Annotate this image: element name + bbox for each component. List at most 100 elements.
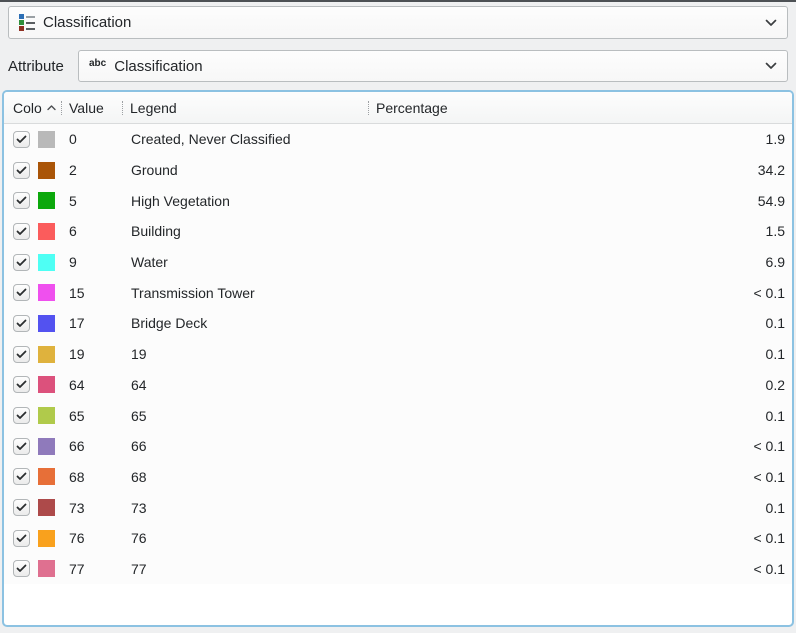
row-checkbox[interactable] xyxy=(13,192,30,209)
row-checkbox[interactable] xyxy=(13,346,30,363)
color-swatch[interactable] xyxy=(38,407,55,424)
checkmark-icon xyxy=(16,227,27,236)
value-cell: 6 xyxy=(61,223,122,239)
legend-cell: Water xyxy=(122,254,368,270)
value-cell: 5 xyxy=(61,193,122,209)
checkmark-icon xyxy=(16,319,27,328)
text-field-abc-icon: abc xyxy=(89,59,106,69)
value-cell: 64 xyxy=(61,377,122,393)
percentage-cell: 0.1 xyxy=(368,408,792,424)
row-checkbox[interactable] xyxy=(13,468,30,485)
color-swatch[interactable] xyxy=(38,560,55,577)
color-cell xyxy=(4,192,61,209)
legend-cell: Bridge Deck xyxy=(122,315,368,331)
legend-cell: 76 xyxy=(122,530,368,546)
table-row[interactable]: 64 64 0.2 xyxy=(4,370,792,401)
color-cell xyxy=(4,346,61,363)
row-checkbox[interactable] xyxy=(13,407,30,424)
value-cell: 76 xyxy=(61,530,122,546)
color-cell xyxy=(4,499,61,516)
table-row[interactable]: 5 High Vegetation 54.9 xyxy=(4,185,792,216)
chevron-down-icon xyxy=(765,62,777,70)
color-swatch[interactable] xyxy=(38,284,55,301)
legend-cell: Building xyxy=(122,223,368,239)
color-swatch[interactable] xyxy=(38,530,55,547)
color-swatch[interactable] xyxy=(38,254,55,271)
checkmark-icon xyxy=(16,534,27,543)
layer-styling-panel: Classification Attribute abc Classificat… xyxy=(0,0,796,633)
table-row[interactable]: 73 73 0.1 xyxy=(4,492,792,523)
row-checkbox[interactable] xyxy=(13,499,30,516)
color-cell xyxy=(4,315,61,332)
row-checkbox[interactable] xyxy=(13,438,30,455)
attribute-combo[interactable]: abc Classification xyxy=(78,50,788,82)
legend-cell: 68 xyxy=(122,469,368,485)
color-swatch[interactable] xyxy=(38,376,55,393)
row-checkbox[interactable] xyxy=(13,315,30,332)
row-checkbox[interactable] xyxy=(13,530,30,547)
legend-cell: Created, Never Classified xyxy=(122,131,368,147)
render-type-combo[interactable]: Classification xyxy=(8,6,788,39)
column-header-color[interactable]: Colo xyxy=(4,92,61,123)
column-header-percentage-label: Percentage xyxy=(376,100,448,116)
color-swatch[interactable] xyxy=(38,131,55,148)
table-row[interactable]: 9 Water 6.9 xyxy=(4,247,792,278)
classification-table: Colo Value Legend Percentage 0 Create xyxy=(2,90,794,627)
percentage-cell: 0.1 xyxy=(368,500,792,516)
color-swatch[interactable] xyxy=(38,162,55,179)
row-checkbox[interactable] xyxy=(13,223,30,240)
percentage-cell: < 0.1 xyxy=(368,469,792,485)
checkmark-icon xyxy=(16,288,27,297)
color-swatch[interactable] xyxy=(38,499,55,516)
row-checkbox[interactable] xyxy=(13,284,30,301)
table-row[interactable]: 66 66 < 0.1 xyxy=(4,431,792,462)
percentage-cell: 0.2 xyxy=(368,377,792,393)
row-checkbox[interactable] xyxy=(13,162,30,179)
table-body: 0 Created, Never Classified 1.9 2 Ground… xyxy=(4,124,792,584)
column-header-legend-label: Legend xyxy=(130,100,177,116)
table-row[interactable]: 6 Building 1.5 xyxy=(4,216,792,247)
column-header-color-label: Colo xyxy=(13,100,42,116)
table-row[interactable]: 15 Transmission Tower < 0.1 xyxy=(4,277,792,308)
value-cell: 73 xyxy=(61,500,122,516)
table-row[interactable]: 0 Created, Never Classified 1.9 xyxy=(4,124,792,155)
table-row[interactable]: 17 Bridge Deck 0.1 xyxy=(4,308,792,339)
color-swatch[interactable] xyxy=(38,468,55,485)
table-row[interactable]: 68 68 < 0.1 xyxy=(4,462,792,493)
checkmark-icon xyxy=(16,350,27,359)
column-header-legend[interactable]: Legend xyxy=(122,92,368,123)
percentage-cell: < 0.1 xyxy=(368,438,792,454)
percentage-cell: 6.9 xyxy=(368,254,792,270)
color-swatch[interactable] xyxy=(38,223,55,240)
column-header-percentage[interactable]: Percentage xyxy=(368,92,792,123)
row-checkbox[interactable] xyxy=(13,376,30,393)
color-cell xyxy=(4,530,61,547)
table-row[interactable]: 77 77 < 0.1 xyxy=(4,554,792,585)
value-cell: 65 xyxy=(61,408,122,424)
checkmark-icon xyxy=(16,564,27,573)
value-cell: 66 xyxy=(61,438,122,454)
row-checkbox[interactable] xyxy=(13,560,30,577)
table-row[interactable]: 65 65 0.1 xyxy=(4,400,792,431)
value-cell: 2 xyxy=(61,162,122,178)
percentage-cell: < 0.1 xyxy=(368,285,792,301)
row-checkbox[interactable] xyxy=(13,131,30,148)
color-cell xyxy=(4,560,61,577)
color-cell xyxy=(4,376,61,393)
table-row[interactable]: 76 76 < 0.1 xyxy=(4,523,792,554)
table-row[interactable]: 19 19 0.1 xyxy=(4,339,792,370)
checkmark-icon xyxy=(16,472,27,481)
color-swatch[interactable] xyxy=(38,192,55,209)
column-header-value[interactable]: Value xyxy=(61,92,122,123)
color-swatch[interactable] xyxy=(38,438,55,455)
table-row[interactable]: 2 Ground 34.2 xyxy=(4,155,792,186)
percentage-cell: 0.1 xyxy=(368,315,792,331)
color-swatch[interactable] xyxy=(38,346,55,363)
row-checkbox[interactable] xyxy=(13,254,30,271)
legend-cell: High Vegetation xyxy=(122,193,368,209)
legend-cell: 64 xyxy=(122,377,368,393)
legend-cell: 77 xyxy=(122,561,368,577)
value-cell: 77 xyxy=(61,561,122,577)
render-type-value: Classification xyxy=(43,14,131,31)
color-swatch[interactable] xyxy=(38,315,55,332)
